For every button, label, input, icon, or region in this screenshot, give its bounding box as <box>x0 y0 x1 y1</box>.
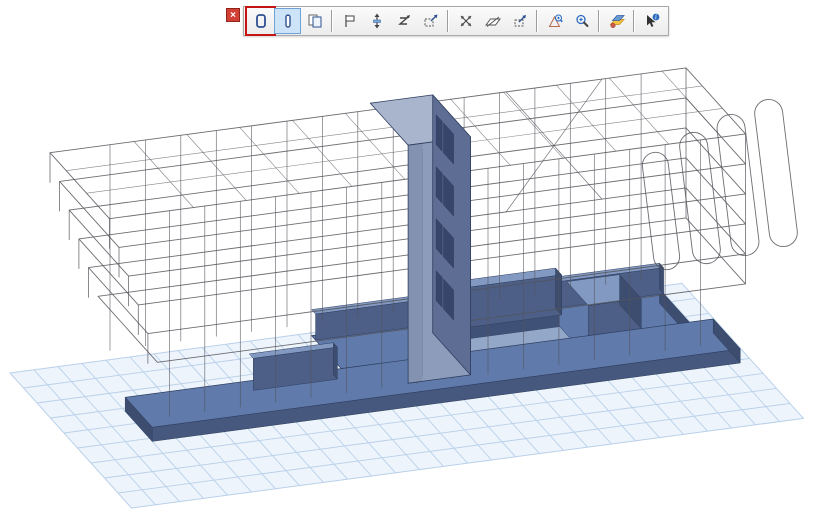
zoom-in-icon <box>573 12 591 30</box>
offset-frame-icon <box>511 12 529 30</box>
element-info-icon: i <box>643 12 661 30</box>
zoom-area-icon <box>546 12 564 30</box>
toolbar-panel: i <box>243 6 669 36</box>
toolbar-separator <box>536 10 538 32</box>
z-stretch-icon <box>395 12 413 30</box>
svg-text:i: i <box>655 14 657 21</box>
toolbar-close-button[interactable]: × <box>226 8 240 22</box>
free-move-button[interactable] <box>452 8 479 34</box>
z-stretch-button[interactable] <box>390 8 417 34</box>
flag-icon <box>341 12 359 30</box>
marquee-tool-button[interactable] <box>247 8 274 34</box>
toolbar-separator <box>331 10 333 32</box>
floating-toolbar: × <box>226 6 669 36</box>
marquee-icon <box>252 12 270 30</box>
toolbar-separator <box>447 10 449 32</box>
vertical-stretch-button[interactable] <box>363 8 390 34</box>
element-info-button[interactable]: i <box>638 8 665 34</box>
3d-viewport[interactable] <box>0 0 829 519</box>
free-move-icon <box>457 12 475 30</box>
rendering-button[interactable] <box>603 8 630 34</box>
copy-marquee-button[interactable] <box>301 8 328 34</box>
slant-plane-icon <box>484 12 502 30</box>
vertical-stretch-icon <box>368 12 386 30</box>
move-frame-button[interactable] <box>417 8 444 34</box>
rendering-icon <box>608 12 626 30</box>
zoom-in-button[interactable] <box>568 8 595 34</box>
single-storey-marquee-button[interactable] <box>274 8 301 34</box>
toolbar-separator <box>633 10 635 32</box>
toolbar-separator <box>598 10 600 32</box>
single-storey-marquee-icon <box>279 12 297 30</box>
move-frame-icon <box>422 12 440 30</box>
slant-plane-button[interactable] <box>479 8 506 34</box>
copy-icon <box>306 12 324 30</box>
flag-tool-button[interactable] <box>336 8 363 34</box>
zoom-area-button[interactable] <box>541 8 568 34</box>
offset-frame-button[interactable] <box>506 8 533 34</box>
